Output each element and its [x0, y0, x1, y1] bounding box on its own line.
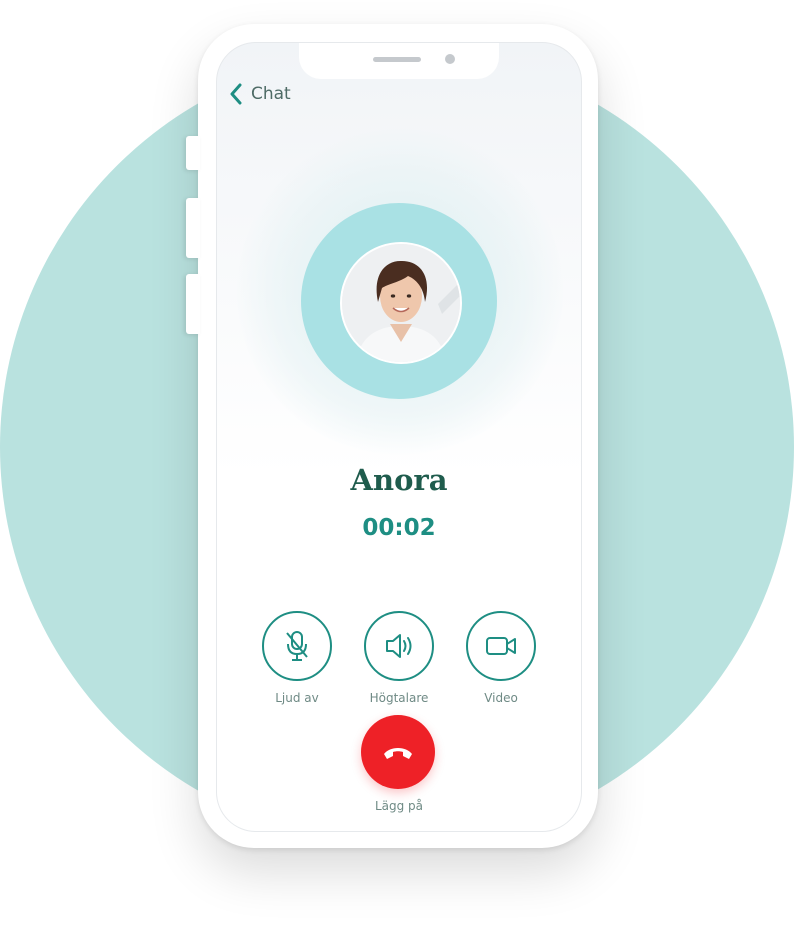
- call-duration: 00:02: [362, 515, 436, 541]
- hangup-button[interactable]: [361, 715, 435, 789]
- avatar: [340, 242, 462, 364]
- side-button-silent: [186, 136, 200, 170]
- chevron-left-icon: [230, 83, 242, 105]
- phone-notch: [299, 43, 499, 79]
- video-camera-icon: [486, 637, 516, 655]
- mute-button[interactable]: [262, 611, 332, 681]
- speaker-icon: [386, 634, 412, 658]
- caller-name: Anora: [350, 463, 448, 497]
- back-label: Chat: [251, 84, 291, 104]
- side-button-volume-up: [186, 198, 200, 258]
- call-controls: Ljud av Högtalare Video: [257, 611, 541, 705]
- mute-label: Ljud av: [275, 691, 319, 705]
- earpiece-speaker: [373, 57, 421, 62]
- call-screen: Chat Anora 00:02 Ljud av Högtalare Video…: [216, 42, 582, 832]
- video-control: Video: [461, 611, 541, 705]
- speaker-control: Högtalare: [359, 611, 439, 705]
- side-button-volume-down: [186, 274, 200, 334]
- front-camera: [445, 54, 455, 64]
- phone-hangup-icon: [384, 748, 412, 759]
- speaker-label: Högtalare: [369, 691, 429, 705]
- mic-off-icon: [286, 631, 308, 661]
- back-button[interactable]: Chat: [229, 83, 291, 105]
- hangup-label: Lägg på: [374, 799, 424, 813]
- speaker-button[interactable]: [364, 611, 434, 681]
- video-label: Video: [484, 691, 518, 705]
- mute-control: Ljud av: [257, 611, 337, 705]
- phone-frame: Chat Anora 00:02 Ljud av Högtalare Video…: [186, 24, 598, 848]
- video-button[interactable]: [466, 611, 536, 681]
